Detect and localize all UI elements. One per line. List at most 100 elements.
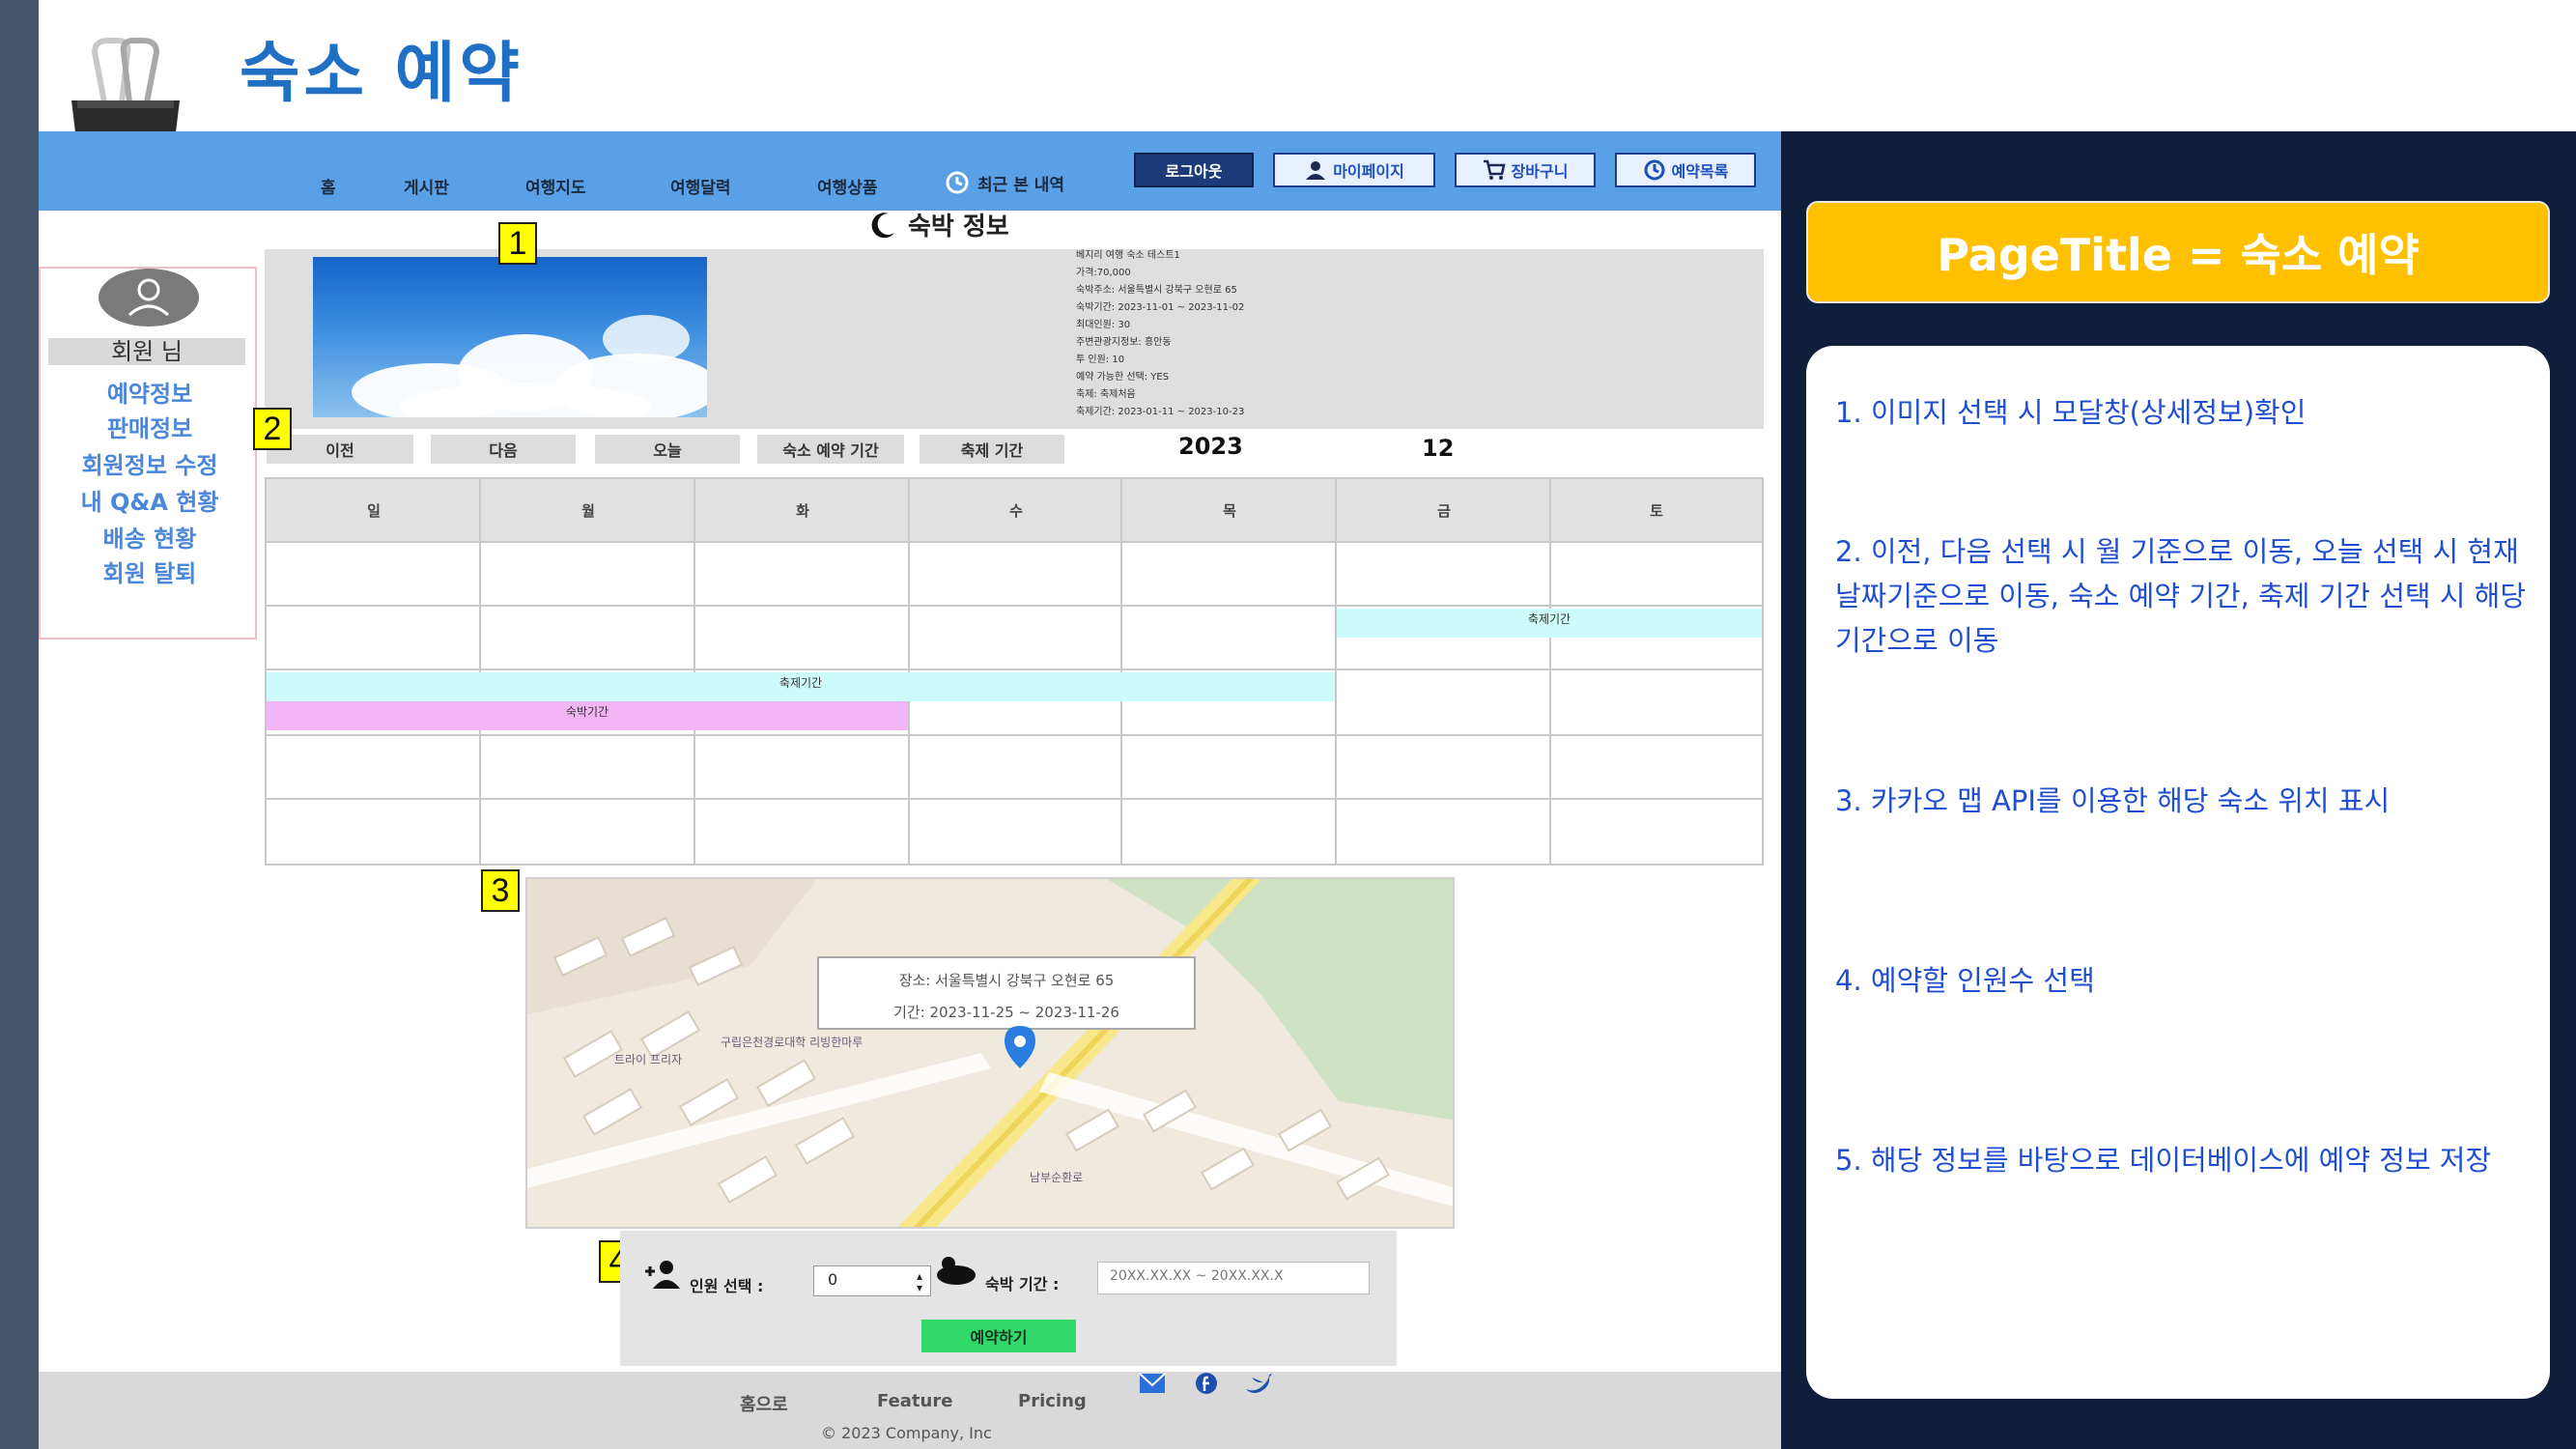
map-place-label: 트라이 프리자 [614, 1053, 683, 1066]
tooltip-address: 장소: 서울특별시 강북구 오현로 65 [898, 972, 1115, 989]
stay-period-input[interactable]: 20XX.XX.XX ~ 20XX.XX.X [1097, 1262, 1370, 1294]
day-tue: 화 [796, 502, 809, 520]
nav-recent-views[interactable]: 최근 본 내역 [945, 170, 1064, 195]
clock-icon [946, 171, 969, 194]
page-title-bar: PageTitle = 숙소 예약 [1806, 201, 2550, 303]
today-button[interactable]: 오늘 [595, 435, 740, 464]
people-stepper[interactable]: 0 ▴ ▾ [813, 1265, 931, 1296]
twitter-icon[interactable] [1244, 1372, 1273, 1395]
badge-1: 1 [498, 222, 537, 265]
lodging-image[interactable] [313, 257, 707, 417]
top-nav: 홈 게시판 여행지도 여행달력 여행상품 최근 본 내역 로그아웃 마이페이지 … [39, 131, 1781, 211]
stepper-arrows-icon[interactable]: ▴ ▾ [917, 1270, 922, 1293]
cart-icon [1483, 159, 1506, 180]
people-label: 인원 선택 : [690, 1277, 764, 1295]
festival-period-bar[interactable]: 축제기간 [267, 672, 1335, 701]
clock-icon [1644, 159, 1665, 181]
description-item-2: 2. 이전, 다음 선택 시 월 기준으로 이동, 오늘 선택 시 현재 날짜기… [1835, 535, 2527, 657]
reservation-form: 인원 선택 : 0 ▴ ▾ 숙박 기간 : 20XX.XX.XX ~ 20XX.X… [620, 1231, 1397, 1366]
member-sidebar: 회원 님 예약정보 판매정보 회원정보 수정 내 Q&A 현황 배송 현황 회원… [39, 267, 257, 639]
sidebar-item-reservation-info[interactable]: 예약정보 [41, 375, 259, 409]
people-value: 0 [828, 1270, 838, 1289]
stay-period-button[interactable]: 숙소 예약 기간 [757, 435, 904, 464]
slide-title: 숙소 예약 [240, 36, 524, 112]
tooltip-period: 기간: 2023-11-25 ~ 2023-11-26 [893, 1004, 1119, 1021]
cart-label: 장바구니 [1511, 162, 1569, 181]
festival-period-button[interactable]: 축제 기간 [920, 435, 1064, 464]
next-month-button[interactable]: 다음 [431, 435, 576, 464]
footer-pricing-link[interactable]: Pricing [1018, 1391, 1087, 1411]
cart-button[interactable]: 장바구니 [1455, 153, 1596, 187]
stay-period-bar[interactable]: 숙박기간 [267, 701, 908, 730]
section-title: 숙박 정보 [867, 207, 1009, 242]
lodging-details: 베지리 여행 숙소 테스트1 가격:70,000 숙박주소: 서울특별시 강북구… [1076, 247, 1617, 421]
detail-line: 숙박주소: 서울특별시 강북구 오현로 65 [1076, 285, 1237, 296]
day-mon: 월 [581, 502, 595, 520]
detail-line: 축제기간: 2023-01-11 ~ 2023-10-23 [1076, 407, 1245, 417]
detail-line: 투 인원: 10 [1076, 355, 1125, 365]
description-item-1: 1. 이미지 선택 시 모달창(상세정보)확인 [1835, 396, 2307, 429]
detail-line: 최대인원: 30 [1076, 320, 1131, 330]
calendar-year: 2023 [1178, 433, 1243, 460]
section-title-text: 숙박 정보 [908, 213, 1009, 242]
description-panel: PageTitle = 숙소 예약 1. 이미지 선택 시 모달창(상세정보)확… [1781, 131, 2576, 1449]
description-item-3: 3. 카카오 맵 API를 이용한 해당 숙소 위치 표시 [1835, 784, 2391, 817]
nav-recent-label: 최근 본 내역 [977, 175, 1065, 195]
detail-line: 가격:70,000 [1076, 268, 1131, 278]
mypage-button[interactable]: 마이페이지 [1273, 153, 1435, 187]
reserve-button[interactable]: 예약하기 [921, 1320, 1076, 1352]
detail-line: 숙박기간: 2023-11-01 ~ 2023-11-02 [1076, 302, 1245, 313]
map-road-label: 남부순환로 [1030, 1171, 1084, 1184]
moon-icon [871, 212, 894, 238]
stay-period-label: 숙박 기간 : [985, 1275, 1060, 1293]
add-person-icon [645, 1261, 680, 1289]
mail-icon[interactable] [1138, 1372, 1167, 1395]
slide-left-strip [0, 0, 39, 1449]
nav-travel-calendar[interactable]: 여행달력 [670, 174, 731, 198]
badge-2: 2 [253, 408, 292, 450]
calendar-month: 12 [1422, 435, 1455, 462]
day-sat: 토 [1650, 502, 1663, 520]
footer-home-link[interactable]: 홈으로 [740, 1391, 788, 1416]
member-name: 회원 님 [48, 338, 245, 365]
sidebar-item-sales-info[interactable]: 판매정보 [41, 410, 259, 443]
sidebar-item-withdraw[interactable]: 회원 탈퇴 [41, 554, 259, 588]
day-fri: 금 [1437, 502, 1451, 520]
description-item-4: 4. 예약할 인원수 선택 [1835, 964, 2095, 997]
user-icon [1306, 161, 1326, 180]
copyright: © 2023 Company, Inc [821, 1424, 992, 1442]
map-info-tooltip: 장소: 서울특별시 강북구 오현로 65 기간: 2023-11-25 ~ 20… [817, 956, 1196, 1030]
calendar-grid: 일 월 화 수 목 금 토 축제기간 축제기간 숙박기간 [265, 477, 1764, 866]
mypage-label: 마이페이지 [1333, 162, 1404, 181]
description-item-5: 5. 해당 정보를 바탕으로 데이터베이스에 예약 정보 저장 [1835, 1144, 2492, 1177]
detail-line: 예약 가능한 선택: YES [1076, 372, 1170, 383]
kakao-map[interactable]: 장소: 서울특별시 강북구 오현로 65 기간: 2023-11-25 ~ 20… [525, 877, 1455, 1229]
day-wed: 수 [1009, 502, 1023, 520]
sidebar-item-delivery-status[interactable]: 배송 현황 [41, 520, 259, 554]
day-sun: 일 [367, 502, 381, 520]
description-box: 1. 이미지 선택 시 모달창(상세정보)확인 2. 이전, 다음 선택 시 월… [1806, 346, 2550, 1399]
detail-line: 베지리 여행 숙소 테스트1 [1076, 250, 1180, 261]
badge-3: 3 [481, 869, 520, 912]
app-screenshot: 홈 게시판 여행지도 여행달력 여행상품 최근 본 내역 로그아웃 마이페이지 … [39, 131, 1781, 1449]
nav-travel-products[interactable]: 여행상품 [817, 174, 878, 198]
sidebar-item-qna-status[interactable]: 내 Q&A 현황 [41, 483, 259, 517]
detail-line: 주변관광지정보: 흥안동 [1076, 337, 1172, 348]
bed-icon [937, 1257, 976, 1285]
avatar-icon [99, 269, 199, 327]
reservation-list-label: 예약목록 [1671, 162, 1729, 181]
nav-travel-map[interactable]: 여행지도 [525, 174, 586, 198]
festival-period-bar[interactable]: 축제기간 [1337, 609, 1762, 638]
nav-board[interactable]: 게시판 [404, 174, 449, 198]
footer-feature-link[interactable]: Feature [877, 1391, 952, 1411]
nav-home[interactable]: 홈 [321, 174, 336, 198]
facebook-icon[interactable] [1192, 1372, 1221, 1395]
sidebar-item-edit-profile[interactable]: 회원정보 수정 [41, 446, 259, 480]
day-thu: 목 [1223, 502, 1236, 520]
logout-button[interactable]: 로그아웃 [1134, 153, 1254, 187]
footer: 홈으로 Feature Pricing © 2023 Company, Inc [39, 1372, 1781, 1449]
map-pin-icon[interactable] [1001, 1024, 1039, 1070]
reservation-list-button[interactable]: 예약목록 [1615, 153, 1756, 187]
detail-line: 축제: 축제처음 [1076, 389, 1136, 400]
map-place-label: 구립은천경로대학 리빙한마루 [721, 1036, 863, 1049]
